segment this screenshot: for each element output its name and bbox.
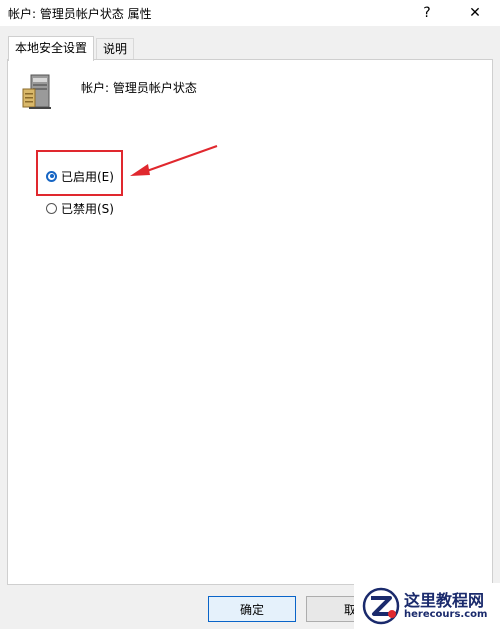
server-icon bbox=[22, 74, 51, 109]
window-title: 帐户: 管理员帐户状态 属性 bbox=[8, 7, 152, 21]
watermark-logo-icon bbox=[362, 587, 400, 625]
tab-explain[interactable]: 说明 bbox=[96, 38, 135, 59]
radio-disabled[interactable] bbox=[46, 202, 57, 214]
radio-disabled-label: 已禁用(S) bbox=[61, 201, 114, 216]
radio-enabled[interactable] bbox=[46, 170, 57, 182]
radio-enabled-label: 已启用(E) bbox=[61, 169, 114, 184]
policy-name: 帐户: 管理员帐户状态 bbox=[81, 81, 197, 95]
tab-strip: 本地安全设置 说明 bbox=[0, 36, 500, 61]
radio-disabled-row[interactable]: 已禁用(S) bbox=[46, 199, 114, 217]
help-button[interactable]: ? bbox=[404, 0, 450, 26]
watermark: 这里教程网 herecours.com bbox=[354, 583, 500, 629]
ok-button[interactable]: 确定 bbox=[208, 596, 296, 622]
watermark-url: herecours.com bbox=[404, 609, 488, 621]
tab-panel: 帐户: 管理员帐户状态 已启用(E) 已禁用(S) bbox=[7, 59, 493, 585]
title-bar: 帐户: 管理员帐户状态 属性 ? ✕ bbox=[0, 0, 500, 26]
help-icon: ? bbox=[423, 5, 431, 21]
watermark-title: 这里教程网 bbox=[404, 590, 485, 610]
annotation-arrow bbox=[130, 145, 218, 176]
radio-enabled-row[interactable]: 已启用(E) bbox=[46, 167, 114, 185]
close-button[interactable]: ✕ bbox=[452, 0, 498, 26]
tab-local-security-setting[interactable]: 本地安全设置 bbox=[8, 36, 95, 61]
close-icon: ✕ bbox=[469, 5, 481, 21]
